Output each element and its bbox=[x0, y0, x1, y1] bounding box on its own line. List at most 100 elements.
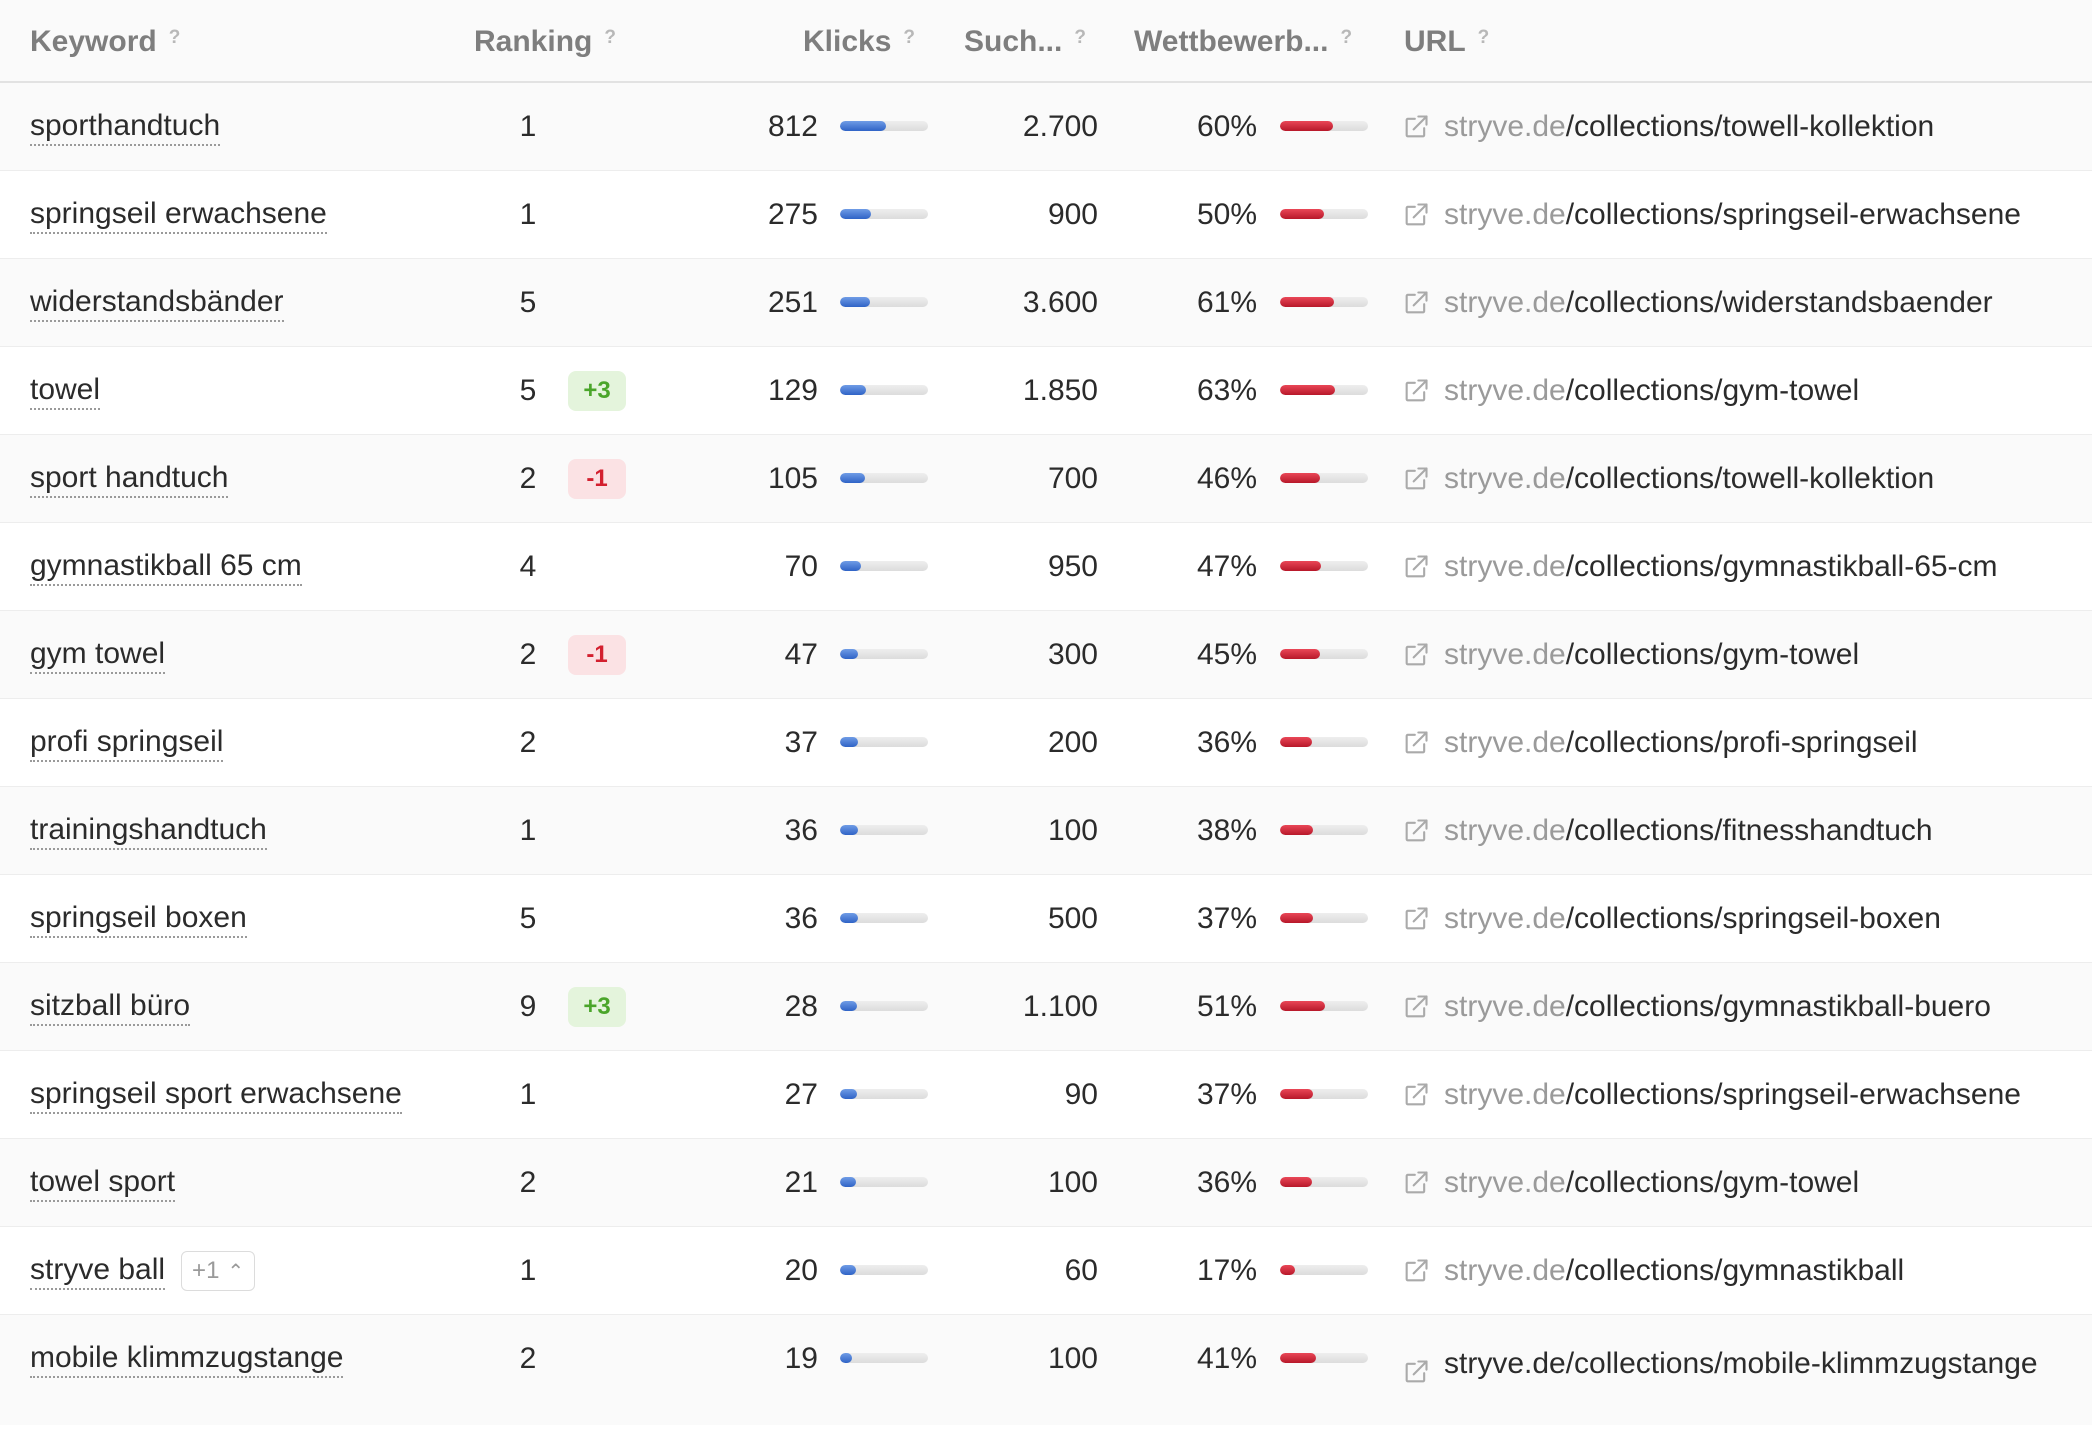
url-link[interactable]: stryve.de/collections/widerstandsbaender bbox=[1402, 259, 2062, 347]
wettbewerb-bar-fill bbox=[1280, 473, 1321, 483]
url-link[interactable]: stryve.de/collections/gymnastikball-buer… bbox=[1402, 963, 2062, 1051]
suchvolumen-value: 1.100 bbox=[1022, 990, 1098, 1023]
url-link[interactable]: stryve.de/collections/profi-springseil bbox=[1402, 699, 2062, 787]
table-row: springseil boxen 5 36 500 37% stryve.de/colle… bbox=[0, 875, 2092, 963]
wettbewerb-bar bbox=[1280, 209, 1368, 219]
keyword-link[interactable]: gym towel bbox=[30, 636, 166, 674]
wettbewerb-bar-fill bbox=[1280, 561, 1322, 571]
url-link[interactable]: stryve.de/collections/mobile-klimmzugsta… bbox=[1402, 1337, 2082, 1391]
url-link[interactable]: stryve.de/collections/gym-towel bbox=[1402, 611, 2062, 699]
url-link[interactable]: stryve.de/collections/towell-kollektion bbox=[1402, 83, 2062, 171]
keyword-link[interactable]: springseil boxen bbox=[30, 900, 247, 938]
ranking-cell: 1 bbox=[518, 83, 538, 171]
help-icon[interactable]: ? bbox=[903, 27, 915, 49]
klicks-value: 27 bbox=[784, 1078, 818, 1111]
ranking-cell: 2 bbox=[518, 699, 538, 787]
url-link[interactable]: stryve.de/collections/gym-towel bbox=[1402, 1139, 2062, 1227]
wettbewerb-value: 37% bbox=[1196, 902, 1257, 935]
column-header-ranking[interactable]: Ranking ? bbox=[474, 0, 616, 83]
external-link-icon[interactable] bbox=[1402, 1169, 1430, 1197]
external-link-icon[interactable] bbox=[1402, 465, 1430, 493]
keyword-cell: towel bbox=[30, 347, 101, 435]
keyword-link[interactable]: trainingshandtuch bbox=[30, 812, 267, 850]
wettbewerb-value: 17% bbox=[1196, 1254, 1257, 1287]
suchvolumen-value: 3.600 bbox=[1022, 286, 1098, 319]
column-header-keyword[interactable]: Keyword ? bbox=[30, 0, 180, 83]
url-link[interactable]: stryve.de/collections/springseil-erwachs… bbox=[1402, 171, 2062, 259]
klicks-bar bbox=[840, 561, 928, 571]
help-icon[interactable]: ? bbox=[1074, 27, 1086, 49]
keyword-link[interactable]: towel bbox=[30, 372, 101, 410]
url-link[interactable]: stryve.de/collections/gym-towel bbox=[1402, 347, 2062, 435]
keyword-link[interactable]: towel sport bbox=[30, 1164, 176, 1202]
suchvolumen-value: 100 bbox=[1047, 814, 1098, 847]
external-link-icon[interactable] bbox=[1402, 201, 1430, 229]
url-domain: stryve.de bbox=[1444, 814, 1566, 847]
more-keywords-toggle[interactable]: +1 ⌃ bbox=[181, 1251, 256, 1291]
keyword-link[interactable]: springseil sport erwachsene bbox=[30, 1076, 402, 1114]
keyword-link[interactable]: mobile klimmzugstange bbox=[30, 1340, 344, 1378]
ranking-cell: 2 bbox=[518, 435, 538, 523]
klicks-bar bbox=[840, 385, 928, 395]
external-link-icon[interactable] bbox=[1402, 377, 1430, 405]
keyword-link[interactable]: sporthandtuch bbox=[30, 108, 221, 146]
url-domain: stryve.de bbox=[1444, 1347, 1566, 1380]
help-icon[interactable]: ? bbox=[169, 27, 181, 49]
external-link-icon[interactable] bbox=[1402, 641, 1430, 669]
url-link[interactable]: stryve.de/collections/fitnesshandtuch bbox=[1402, 787, 2062, 875]
url-domain: stryve.de bbox=[1444, 1254, 1566, 1287]
wettbewerb-bar bbox=[1280, 473, 1368, 483]
keyword-link[interactable]: stryve ball bbox=[30, 1252, 166, 1290]
url-link[interactable]: stryve.de/collections/gymnastikball bbox=[1402, 1227, 2062, 1315]
wettbewerb-bar bbox=[1280, 1353, 1368, 1363]
wettbewerb-bar-fill bbox=[1280, 825, 1314, 835]
url-link[interactable]: stryve.de/collections/springseil-erwachs… bbox=[1402, 1051, 2062, 1139]
ranking-value: 1 bbox=[519, 1078, 537, 1111]
klicks-value: 36 bbox=[784, 902, 818, 935]
external-link-icon[interactable] bbox=[1402, 113, 1430, 141]
external-link-icon[interactable] bbox=[1402, 1350, 1430, 1383]
column-header-suchvolumen[interactable]: Such... ? bbox=[964, 0, 1086, 83]
wettbewerb-value: 45% bbox=[1196, 638, 1257, 671]
ranking-cell: 2 bbox=[518, 1315, 538, 1403]
keyword-cell: gymnastikball 65 cm bbox=[30, 523, 302, 611]
external-link-icon[interactable] bbox=[1402, 1081, 1430, 1109]
url-link[interactable]: stryve.de/collections/towell-kollektion bbox=[1402, 435, 2062, 523]
help-icon[interactable]: ? bbox=[1340, 27, 1352, 49]
external-link-icon[interactable] bbox=[1402, 817, 1430, 845]
keyword-link[interactable]: profi springseil bbox=[30, 724, 224, 762]
klicks-bar-fill bbox=[840, 121, 886, 131]
column-header-wettbewerb[interactable]: Wettbewerb... ? bbox=[1134, 0, 1352, 83]
ranking-cell: 9 bbox=[518, 963, 538, 1051]
suchvolumen-value: 300 bbox=[1047, 638, 1098, 671]
wettbewerb-value: 63% bbox=[1196, 374, 1257, 407]
keyword-link[interactable]: gymnastikball 65 cm bbox=[30, 548, 302, 586]
table-row: sitzball büro 9 +3 28 1.100 51% stryve.de/coll… bbox=[0, 963, 2092, 1051]
column-header-klicks[interactable]: Klicks ? bbox=[803, 0, 915, 83]
wettbewerb-bar bbox=[1280, 385, 1368, 395]
ranking-cell: 1 bbox=[518, 171, 538, 259]
ranking-value: 1 bbox=[519, 110, 537, 143]
keyword-link[interactable]: sport handtuch bbox=[30, 460, 229, 498]
keyword-cell: springseil erwachsene bbox=[30, 171, 327, 259]
column-header-url[interactable]: URL ? bbox=[1404, 0, 1489, 83]
help-icon[interactable]: ? bbox=[604, 27, 616, 49]
ranking-value: 1 bbox=[519, 1254, 537, 1287]
external-link-icon[interactable] bbox=[1402, 993, 1430, 1021]
keyword-cell: towel sport bbox=[30, 1139, 176, 1227]
external-link-icon[interactable] bbox=[1402, 289, 1430, 317]
keyword-table: Keyword ? Ranking ? Klicks ? Such... ? W… bbox=[0, 0, 2092, 1425]
suchvolumen-value: 500 bbox=[1047, 902, 1098, 935]
url-link[interactable]: stryve.de/collections/gymnastikball-65-c… bbox=[1402, 523, 2062, 611]
keyword-link[interactable]: widerstandsbänder bbox=[30, 284, 284, 322]
external-link-icon[interactable] bbox=[1402, 1257, 1430, 1285]
keyword-link[interactable]: sitzball büro bbox=[30, 988, 191, 1026]
wettbewerb-value: 60% bbox=[1196, 110, 1257, 143]
external-link-icon[interactable] bbox=[1402, 905, 1430, 933]
url-link[interactable]: stryve.de/collections/springseil-boxen bbox=[1402, 875, 2062, 963]
help-icon[interactable]: ? bbox=[1478, 27, 1490, 49]
keyword-link[interactable]: springseil erwachsene bbox=[30, 196, 327, 234]
external-link-icon[interactable] bbox=[1402, 729, 1430, 757]
external-link-icon[interactable] bbox=[1402, 553, 1430, 581]
column-header-label: Ranking bbox=[474, 24, 593, 58]
